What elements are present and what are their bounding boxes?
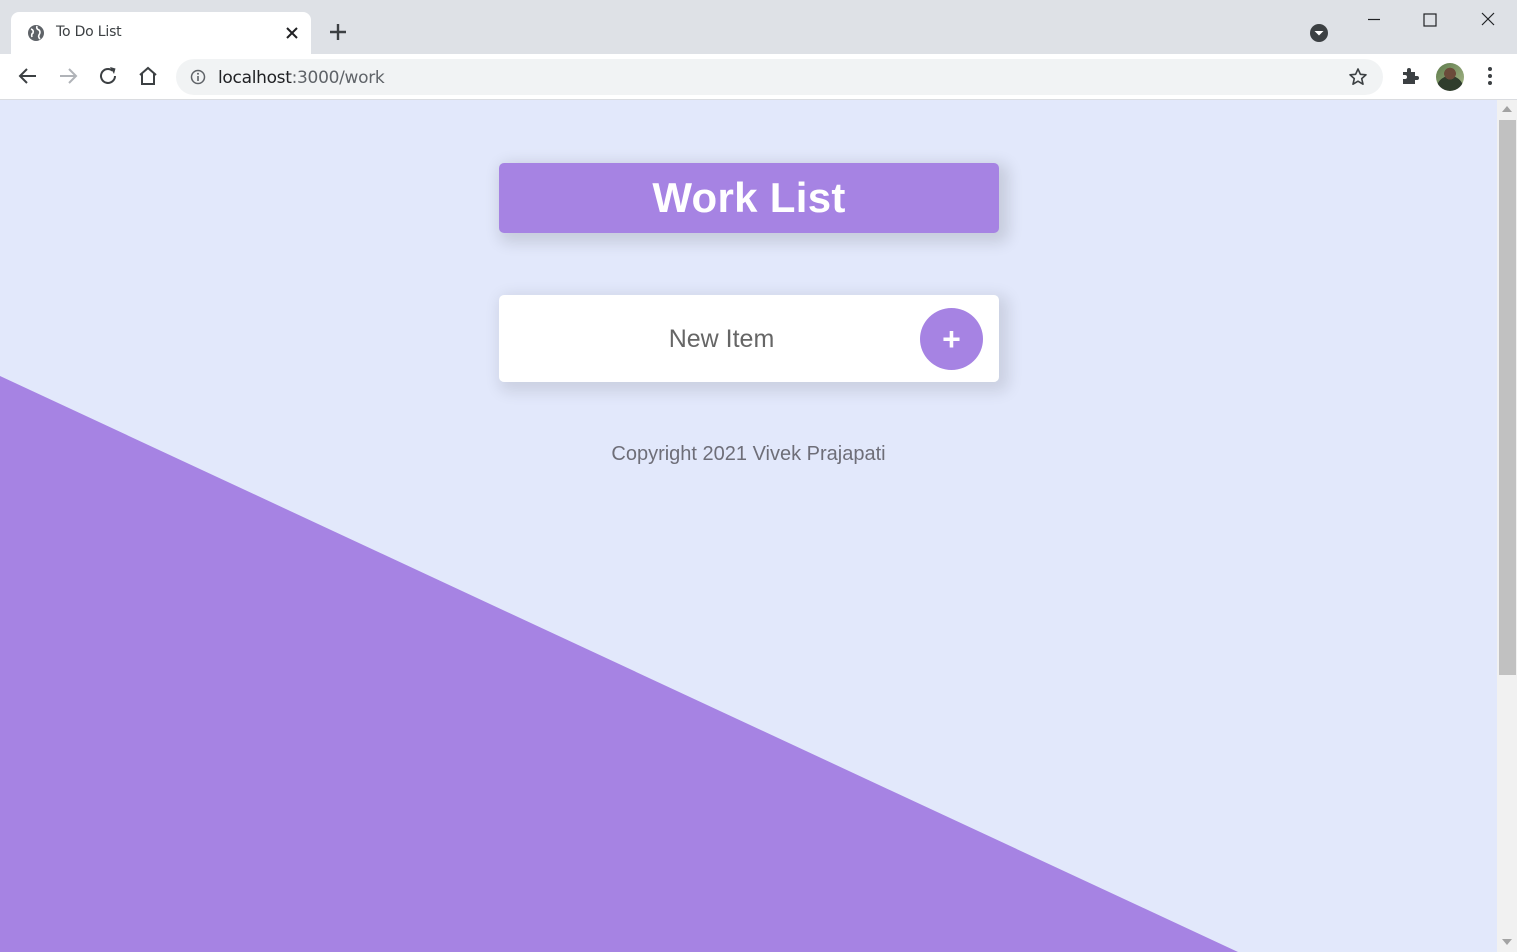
browser-toolbar: localhost:3000/work [0,54,1517,100]
reload-icon[interactable] [96,64,120,88]
address-bar[interactable]: localhost:3000/work [176,59,1383,95]
window-close-icon[interactable] [1476,8,1500,32]
copyright-footer: Copyright 2021 Vivek Prajapati [611,443,886,465]
url-path: :3000/work [291,68,385,88]
browser-tab[interactable]: To Do List [11,12,311,54]
minimize-icon[interactable] [1362,8,1386,32]
url-text[interactable]: localhost:3000/work [218,68,385,88]
new-item-input[interactable] [519,319,924,359]
url-host: localhost [218,68,292,88]
scrollbar-thumb[interactable] [1499,120,1516,675]
heading-box: Work List [499,163,999,233]
close-icon[interactable] [283,24,301,42]
vertical-scrollbar[interactable] [1497,100,1517,952]
home-icon[interactable] [136,64,160,88]
browser-tabstrip: To Do List [0,0,1517,54]
scroll-down-arrow-icon[interactable] [1502,939,1512,945]
tab-title: To Do List [56,24,122,40]
profile-avatar[interactable] [1436,63,1464,91]
arrow-right-icon[interactable] [56,64,80,88]
chevron-down-circle-icon[interactable] [1308,22,1330,44]
new-item-form: + [499,295,999,382]
scroll-up-arrow-icon[interactable] [1502,106,1512,112]
info-icon[interactable] [190,69,206,85]
plus-icon[interactable] [326,20,350,44]
page-viewport: Work List + Copyright 2021 Vivek Prajapa… [0,100,1497,952]
arrow-left-icon[interactable] [16,64,40,88]
page-title: Work List [652,174,846,221]
maximize-icon[interactable] [1418,8,1442,32]
add-item-button[interactable]: + [920,308,983,370]
kebab-menu-icon[interactable] [1478,64,1502,88]
puzzle-icon[interactable] [1398,64,1422,88]
globe-icon [28,25,44,41]
star-icon[interactable] [1348,67,1368,87]
